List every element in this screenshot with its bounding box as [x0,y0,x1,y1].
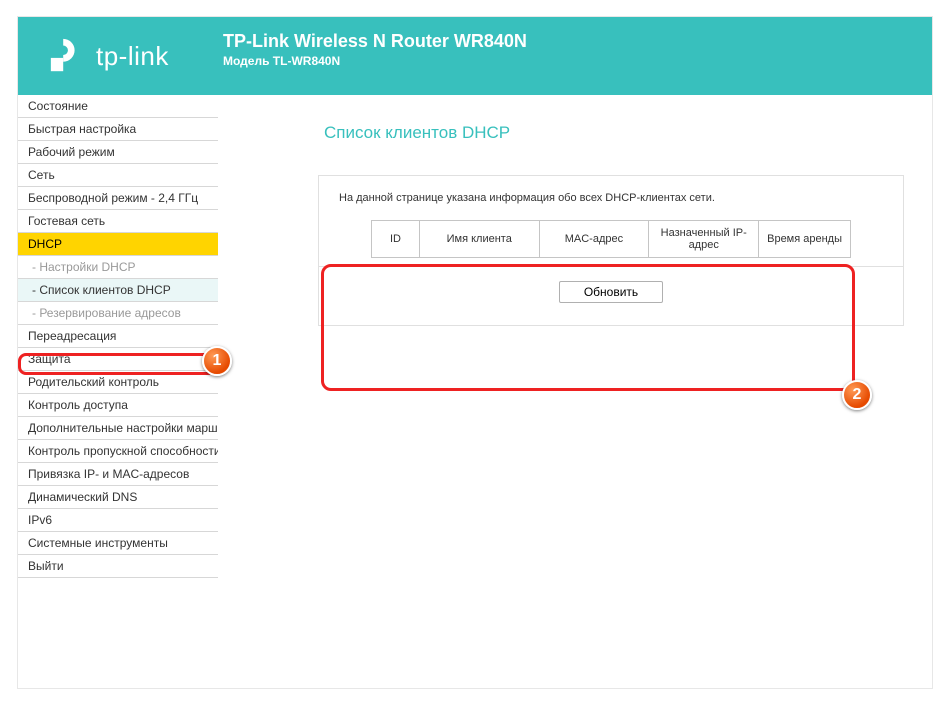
annotation-badge-2: 2 [842,380,872,410]
logo-text: tp-link [96,41,169,72]
sidebar-item-11[interactable]: Защита [18,348,218,371]
sidebar-item-15[interactable]: Контроль пропускной способности [18,440,218,463]
sidebar: СостояниеБыстрая настройкаРабочий режимС… [18,95,218,688]
col-id: ID [372,221,420,258]
sidebar-item-7[interactable]: - Настройки DHCP [18,256,218,279]
sidebar-item-0[interactable]: Состояние [18,95,218,118]
table-header-row: ID Имя клиента MAC-адрес Назначенный IP-… [372,221,851,258]
header-titles: TP-Link Wireless N Router WR840N Модель … [223,31,527,68]
col-mac-address: MAC-адрес [539,221,649,258]
col-assigned-ip: Назначенный IP-адрес [649,221,759,258]
sidebar-item-5[interactable]: Гостевая сеть [18,210,218,233]
sidebar-item-16[interactable]: Привязка IP- и MAC-адресов [18,463,218,486]
sidebar-item-9[interactable]: - Резервирование адресов [18,302,218,325]
tplink-logo-icon [48,37,86,75]
sidebar-item-17[interactable]: Динамический DNS [18,486,218,509]
sidebar-item-14[interactable]: Дополнительные настройки маршрутизации [18,417,218,440]
sidebar-item-18[interactable]: IPv6 [18,509,218,532]
panel-note: На данной странице указана информация об… [339,192,889,204]
logo: tp-link [48,37,169,75]
sidebar-item-19[interactable]: Системные инструменты [18,532,218,555]
sidebar-item-8[interactable]: - Список клиентов DHCP [18,279,218,302]
dhcp-clients-panel: На данной странице указана информация об… [318,175,904,326]
sidebar-item-20[interactable]: Выйти [18,555,218,578]
col-client-name: Имя клиента [419,221,539,258]
sidebar-item-13[interactable]: Контроль доступа [18,394,218,417]
product-title: TP-Link Wireless N Router WR840N [223,31,527,52]
main-content: Список клиентов DHCP На данной странице … [218,95,932,688]
sidebar-item-12[interactable]: Родительский контроль [18,371,218,394]
sidebar-item-1[interactable]: Быстрая настройка [18,118,218,141]
sidebar-item-2[interactable]: Рабочий режим [18,141,218,164]
dhcp-clients-table: ID Имя клиента MAC-адрес Назначенный IP-… [371,220,851,258]
header: tp-link TP-Link Wireless N Router WR840N… [18,17,932,95]
refresh-button[interactable]: Обновить [559,281,663,303]
sidebar-item-10[interactable]: Переадресация [18,325,218,348]
product-subtitle: Модель TL-WR840N [223,54,527,68]
col-lease-time: Время аренды [759,221,851,258]
sidebar-item-3[interactable]: Сеть [18,164,218,187]
sidebar-item-4[interactable]: Беспроводной режим - 2,4 ГГц [18,187,218,210]
sidebar-item-6[interactable]: DHCP [18,233,218,256]
annotation-badge-1: 1 [202,346,232,376]
divider [319,266,903,267]
page-title: Список клиентов DHCP [324,123,904,143]
